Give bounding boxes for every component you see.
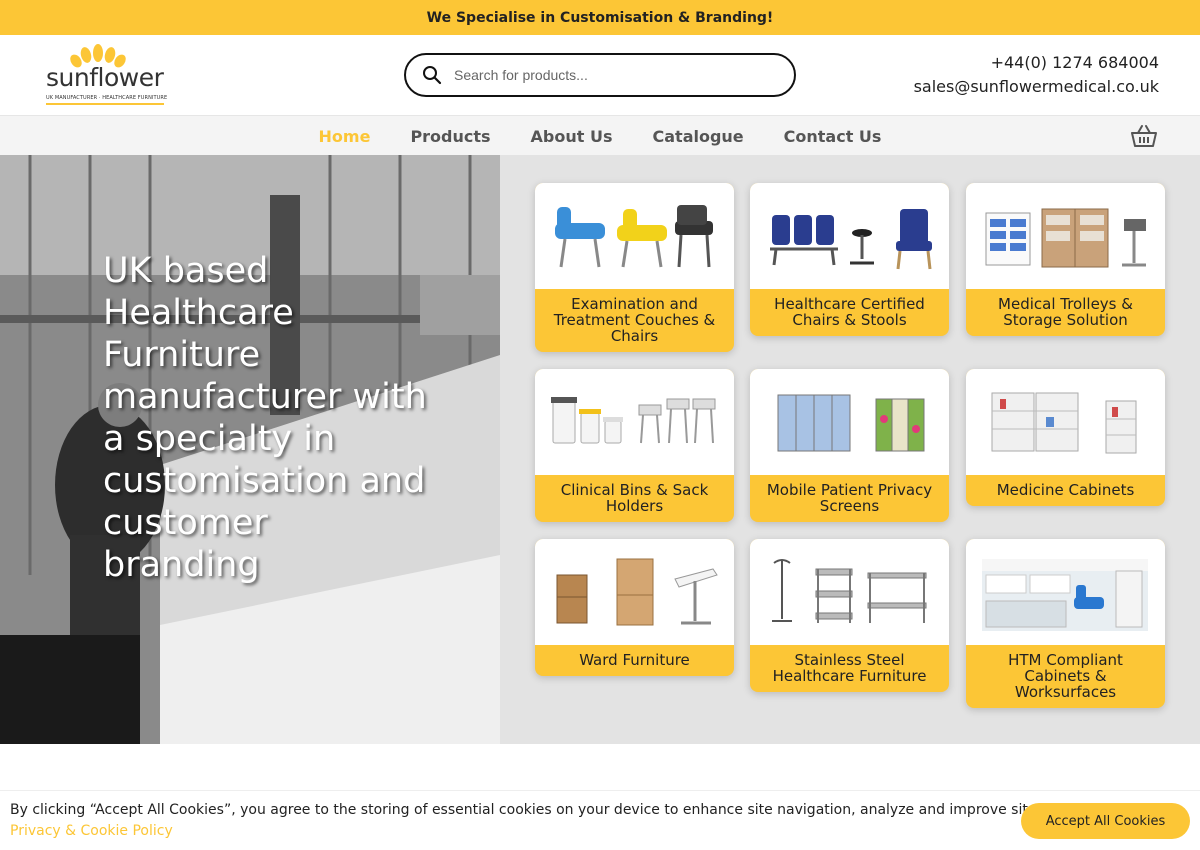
category-label: HTM Compliant Cabinets & Worksurfaces xyxy=(1008,651,1123,701)
category-label: Healthcare Certified Chairs & Stools xyxy=(774,295,925,329)
phone-number[interactable]: +44(0) 1274 684004 xyxy=(914,51,1159,75)
category-image-ward xyxy=(535,539,734,645)
nav-item-catalogue[interactable]: Catalogue xyxy=(653,127,744,146)
search-box[interactable] xyxy=(404,53,796,97)
main-nav: Home Products About Us Catalogue Contact… xyxy=(0,115,1200,155)
accept-cookies-button[interactable]: Accept All Cookies xyxy=(1021,803,1190,839)
cookie-banner: By clicking “Accept All Cookies”, you ag… xyxy=(0,790,1200,850)
category-label: Ward Furniture xyxy=(579,651,690,669)
nav-item-home[interactable]: Home xyxy=(319,127,371,146)
category-image-screens xyxy=(750,369,949,475)
category-image-htm xyxy=(966,539,1165,645)
category-image-couches xyxy=(535,183,734,289)
category-label: Clinical Bins & Sack Holders xyxy=(560,481,709,515)
category-label: Medical Trolleys & Storage Solution xyxy=(998,295,1133,329)
nav-item-contact-us[interactable]: Contact Us xyxy=(784,127,882,146)
category-image-stainless xyxy=(750,539,949,645)
promo-text: We Specialise in Customisation & Brandin… xyxy=(426,9,774,26)
logo-tagline: UK MANUFACTURER · HEALTHCARE FURNITURE xyxy=(46,95,168,101)
category-image-chairs xyxy=(750,183,949,289)
category-card-medicine-cabinets[interactable]: Medicine Cabinets xyxy=(966,369,1165,506)
promo-bar: We Specialise in Customisation & Brandin… xyxy=(0,0,1200,35)
logo-underline xyxy=(46,103,164,105)
sunflower-logo[interactable]: sunflower UK MANUFACTURER · HEALTHCARE F… xyxy=(46,43,171,107)
nav-item-products[interactable]: Products xyxy=(410,127,490,146)
category-card-htm-cabinets[interactable]: HTM Compliant Cabinets & Worksurfaces xyxy=(966,539,1165,708)
privacy-policy-link[interactable]: Privacy & Cookie Policy xyxy=(10,823,173,839)
nav-items: Home Products About Us Catalogue Contact… xyxy=(0,116,1200,156)
site-header: sunflower UK MANUFACTURER · HEALTHCARE F… xyxy=(0,35,1200,115)
logo-wordmark: sunflower xyxy=(46,63,164,92)
hero-banner: UK based Healthcare Furniture manufactur… xyxy=(0,155,500,744)
search-icon[interactable] xyxy=(422,65,442,85)
hero-headline: UK based Healthcare Furniture manufactur… xyxy=(103,251,427,585)
category-card-ward-furniture[interactable]: Ward Furniture xyxy=(535,539,734,676)
category-label: Stainless Steel Healthcare Furniture xyxy=(772,651,927,685)
category-label: Medicine Cabinets xyxy=(996,481,1135,499)
product-category-grid: Examination and Treatment Couches & Chai… xyxy=(500,155,1200,744)
category-label: Mobile Patient Privacy Screens xyxy=(766,481,933,515)
nav-item-about-us[interactable]: About Us xyxy=(531,127,613,146)
email-address[interactable]: sales@sunflowermedical.co.uk xyxy=(914,75,1159,99)
category-card-clinical-bins[interactable]: Clinical Bins & Sack Holders xyxy=(535,369,734,522)
category-image-bins xyxy=(535,369,734,475)
search-input[interactable] xyxy=(454,67,754,83)
category-card-examination-couches[interactable]: Examination and Treatment Couches & Chai… xyxy=(535,183,734,352)
category-label: Examination and Treatment Couches & Chai… xyxy=(553,295,716,345)
category-card-trolleys-storage[interactable]: Medical Trolleys & Storage Solution xyxy=(966,183,1165,336)
category-card-stainless-steel[interactable]: Stainless Steel Healthcare Furniture xyxy=(750,539,949,692)
category-image-trolleys xyxy=(966,183,1165,289)
category-card-chairs-stools[interactable]: Healthcare Certified Chairs & Stools xyxy=(750,183,949,336)
cookie-message: By clicking “Accept All Cookies”, you ag… xyxy=(10,802,1088,818)
contact-info: +44(0) 1274 684004 sales@sunflowermedica… xyxy=(914,51,1159,99)
category-image-cabinets xyxy=(966,369,1165,475)
basket-icon[interactable] xyxy=(1130,123,1158,149)
category-card-privacy-screens[interactable]: Mobile Patient Privacy Screens xyxy=(750,369,949,522)
